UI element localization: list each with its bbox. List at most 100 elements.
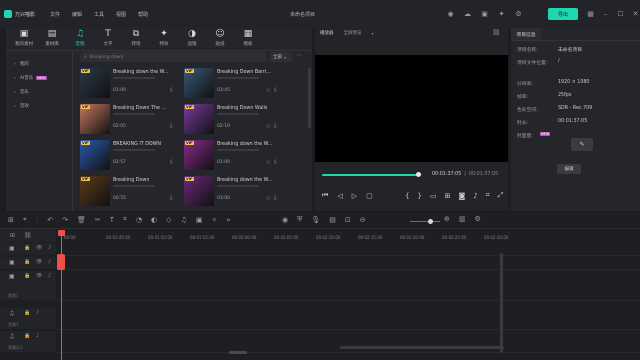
quality-icon[interactable]: ⊞ — [445, 192, 451, 200]
time-ruler[interactable] — [56, 229, 640, 242]
speaker-icon[interactable]: ♪ — [36, 310, 39, 316]
download-icon[interactable]: ⇩ — [169, 123, 174, 130]
tab-library[interactable]: ▤ 素材库 — [38, 30, 66, 48]
export-button[interactable]: 导出 — [548, 8, 578, 20]
shield-icon[interactable]: ⛨ — [297, 215, 302, 224]
zoom-out-icon[interactable]: ⊖ — [360, 216, 366, 224]
redo-icon[interactable]: ↷ — [62, 216, 68, 224]
track-header[interactable]: ▣ 🔒 👁 ♪ — [0, 243, 56, 255]
track-header[interactable]: ♫ 🔒 ♪ 音频1 — [0, 308, 56, 329]
download-icon[interactable]: ☆ ⇩ — [266, 87, 278, 94]
download-icon[interactable]: ⇩ — [169, 195, 174, 202]
tab-music-note[interactable]: ♫ 音频 — [66, 30, 94, 48]
delete-icon[interactable]: 🗑 — [77, 216, 86, 224]
maximize-icon[interactable]: ☐ — [616, 9, 625, 18]
sidebar-item-ai-music[interactable]: › AI音乐 NEW — [6, 71, 72, 85]
eye-icon[interactable]: 👁 — [36, 259, 42, 265]
tab-project-info[interactable]: 项目信息 — [511, 28, 541, 40]
edit-button[interactable]: 编辑 — [557, 164, 581, 174]
track-header[interactable]: ▣ 🔒 👁 ♪ 视频1 — [0, 271, 56, 300]
audio-thumbnail[interactable]: VIP — [80, 68, 110, 98]
timeline-settings-icon[interactable]: ⚙ — [475, 215, 481, 223]
speed-icon[interactable]: ◔ — [136, 216, 142, 224]
audio-thumbnail[interactable]: VIP — [80, 104, 110, 134]
menu-file[interactable]: 文件 — [50, 11, 60, 18]
audio-thumbnail[interactable]: VIP — [80, 176, 110, 206]
audio-card[interactable]: VIP Breaking Down 00:55 ⇩ — [80, 176, 176, 212]
audio-card[interactable]: VIP Breaking Down Barri... 03:45 ☆ ⇩ — [184, 68, 280, 104]
keyframe-icon[interactable]: ◇ — [166, 216, 171, 224]
more-icon[interactable]: ⋯ — [296, 52, 302, 59]
select-icon[interactable]: ⌖ — [23, 215, 27, 224]
close-icon[interactable]: ✕ — [631, 9, 640, 18]
timeline-vscrollbar[interactable] — [500, 253, 503, 353]
layers-icon[interactable]: ▤ — [329, 216, 336, 224]
menu-help[interactable]: 帮助 — [138, 11, 148, 18]
tab-transition[interactable]: ⧉ 转场 — [122, 30, 150, 48]
audio-card[interactable]: VIP Breaking Down The ... 02:05 ⇩ — [80, 104, 176, 140]
audio-thumbnail[interactable]: VIP — [184, 104, 214, 134]
filter-dropdown[interactable]: 全部 ▾ — [270, 52, 292, 62]
speaker-icon[interactable]: ♪ — [48, 259, 51, 265]
timeline-hscroll-left[interactable] — [229, 351, 247, 354]
stop-icon[interactable]: ▢ — [366, 192, 373, 200]
sidebar-item-music[interactable]: › 音乐 — [6, 85, 72, 99]
snap-icon[interactable]: ⊡ — [345, 216, 351, 224]
audio-card[interactable]: VIP Breaking Down Walls 02:19 ☆ ⇩ — [184, 104, 280, 140]
eye-icon[interactable]: 👁 — [36, 245, 42, 251]
layout-icon[interactable]: ▦ — [586, 9, 595, 18]
record-icon[interactable]: ◉ — [282, 216, 288, 224]
playhead-marker[interactable] — [57, 254, 65, 270]
monitor-icon[interactable]: ▭ — [430, 192, 437, 200]
menu-tools[interactable]: 工具 — [94, 11, 104, 18]
menu-view[interactable]: 视图 — [116, 11, 126, 18]
zoom-handle[interactable] — [428, 219, 433, 224]
audio-thumbnail[interactable]: VIP — [184, 140, 214, 170]
back-icon[interactable]: ◁ — [337, 192, 342, 200]
grid-icon[interactable]: ⊞ — [8, 216, 14, 224]
media-scrollbar[interactable] — [308, 68, 311, 128]
camera-icon[interactable]: ◙ — [458, 192, 465, 200]
sidebar-item-sfx[interactable]: › 音效 — [6, 99, 72, 113]
zoom-in-icon[interactable]: ⊕ — [444, 215, 450, 223]
lock-icon[interactable]: 🔒 — [24, 245, 30, 251]
speaker-icon[interactable]: ♪ — [36, 333, 39, 339]
settings-icon[interactable]: ⚙ — [514, 9, 523, 18]
play-icon[interactable]: ▷ — [352, 192, 357, 200]
lock-icon[interactable]: 🔒 — [24, 333, 30, 339]
crop-icon[interactable]: ⌗ — [486, 191, 490, 200]
tab-fullscreen-preview[interactable]: 全屏预览 — [344, 30, 362, 36]
tab-filter[interactable]: ◑ 滤镜 — [178, 30, 206, 48]
tab-template[interactable]: ▦ 模板 — [234, 30, 262, 48]
lock-icon[interactable]: 🔒 — [24, 259, 30, 265]
sidebar-item-mine[interactable]: › 我的 — [6, 57, 72, 71]
text-tool-icon[interactable]: T — [110, 216, 114, 224]
tab-folder[interactable]: ▣ 我的素材 — [10, 30, 38, 48]
cloud-icon[interactable]: ☁ — [463, 9, 472, 18]
undo-icon[interactable]: ↶ — [47, 216, 53, 224]
eye-icon[interactable]: 👁 — [36, 273, 42, 279]
add-track-icon[interactable]: ⊞ — [10, 232, 15, 239]
prev-frame-icon[interactable]: ⏮ — [322, 191, 328, 200]
audio-thumbnail[interactable]: VIP — [184, 68, 214, 98]
audio-tool-icon[interactable]: ♫ — [181, 216, 187, 224]
download-icon[interactable]: ☆ ⇩ — [266, 123, 278, 130]
search-input[interactable]: Breaking down — [90, 55, 124, 60]
more-tools-icon[interactable]: » — [226, 216, 230, 224]
minimize-icon[interactable]: – — [601, 9, 610, 18]
audio-thumbnail[interactable]: VIP — [184, 176, 214, 206]
crop-tool-icon[interactable]: ⌗ — [123, 215, 127, 224]
audio-card[interactable]: VIP Breaking down the W... 03:00 ☆ ⇩ — [184, 176, 280, 212]
menu-edit[interactable]: 编辑 — [72, 11, 82, 18]
split-icon[interactable]: ✂ — [95, 216, 101, 224]
link-icon[interactable]: ⛓ — [24, 232, 32, 239]
download-icon[interactable]: ☆ ⇩ — [266, 159, 278, 166]
audio-card[interactable]: VIP Breaking down the W... 01:00 ☆ ⇩ — [184, 140, 280, 176]
tab-effects[interactable]: ✦ 特效 — [150, 30, 178, 48]
tab-text[interactable]: T 文字 — [94, 30, 122, 48]
download-icon[interactable]: ☆ ⇩ — [266, 195, 278, 202]
lock-icon[interactable]: 🔒 — [24, 310, 30, 316]
color-icon[interactable]: ◐ — [151, 216, 157, 224]
search-box[interactable]: ⌕ Breaking down — [80, 52, 266, 62]
snapshot-icon[interactable]: ▨ — [493, 28, 500, 36]
